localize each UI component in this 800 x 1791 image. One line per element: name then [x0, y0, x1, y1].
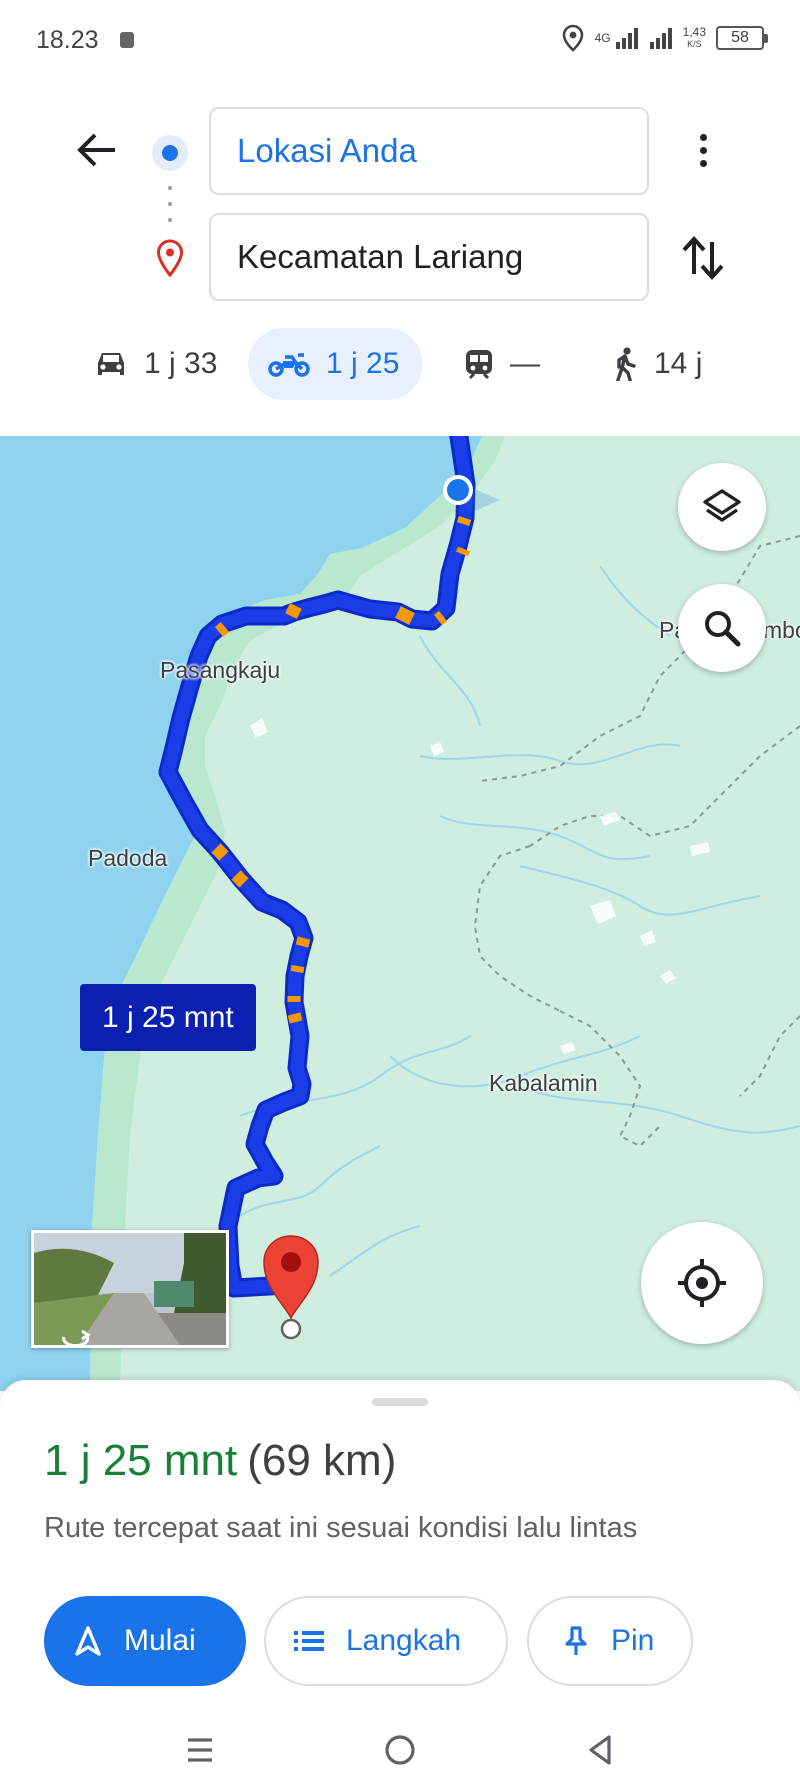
- place-label-kabalamin: Kabalamin: [489, 1070, 598, 1096]
- transit-duration: —: [510, 347, 540, 380]
- walk-duration: 14 j: [654, 347, 703, 380]
- steps-button[interactable]: Langkah: [264, 1596, 508, 1686]
- eta-distance: (69 km): [247, 1436, 397, 1485]
- place-label-padoda: Padoda: [88, 845, 168, 871]
- destination-field[interactable]: Kecamatan Lariang: [209, 213, 649, 301]
- destination-marker: [263, 1235, 319, 1340]
- start-label: Mulai: [124, 1624, 196, 1657]
- my-location-icon: [678, 1259, 726, 1307]
- recents-button[interactable]: [180, 1730, 220, 1770]
- tab-motorcycle[interactable]: 1 j 25: [248, 328, 424, 400]
- status-time: 18.23: [36, 26, 99, 54]
- route-line-inner: [161, 436, 473, 1295]
- data-speed: 1,43 K/S: [683, 26, 706, 50]
- place-label-partial-right: mbo: [763, 617, 800, 643]
- pin-icon: [565, 1626, 587, 1655]
- tab-walk[interactable]: 14 j: [612, 328, 702, 400]
- home-circle-icon: [385, 1735, 415, 1765]
- swap-directions-button[interactable]: [678, 232, 728, 284]
- motorcycle-icon: [268, 353, 310, 377]
- data-speed-unit: K/S: [687, 39, 702, 49]
- steps-label: Langkah: [346, 1624, 462, 1657]
- street-view-thumbnail[interactable]: [31, 1230, 229, 1348]
- location-status-icon: [562, 24, 583, 52]
- back-triangle-icon: [589, 1735, 611, 1765]
- system-navigation-bar: [0, 1706, 800, 1791]
- network-type: 4G: [594, 31, 611, 45]
- eta-time: 1 j 25 mnt: [44, 1436, 238, 1485]
- route-duration-label[interactable]: 1 j 25 mnt: [80, 984, 256, 1051]
- place-label-pasangkaju: Pasangkaju: [160, 657, 281, 683]
- back-button[interactable]: [70, 128, 122, 172]
- signal-icon: [615, 28, 638, 49]
- origin-marker-icon: [152, 135, 188, 171]
- car-icon: [98, 353, 124, 375]
- list-icon: [294, 1631, 324, 1651]
- tab-transit[interactable]: —: [464, 328, 540, 400]
- start-navigation-button[interactable]: Mulai: [44, 1596, 246, 1686]
- status-bar: 18.23 4G 1,43 K/S 58: [0, 0, 800, 80]
- destination-pin-icon: [156, 239, 184, 278]
- search-along-route-button[interactable]: [678, 584, 766, 672]
- back-nav-button[interactable]: [580, 1730, 620, 1770]
- arrow-back-icon: [77, 133, 115, 167]
- navigation-arrow-icon: [75, 1626, 101, 1656]
- map-view[interactable]: Pasangkaju Padoda Kabalamin Pa mbo 1 j 2…: [0, 436, 800, 1391]
- more-options-button[interactable]: [688, 128, 718, 172]
- tab-car[interactable]: 1 j 33: [94, 328, 217, 400]
- eta-summary: 1 j 25 mnt (69 km): [44, 1436, 396, 1486]
- route-connector: [168, 186, 172, 222]
- walk-icon: [616, 347, 636, 381]
- layers-button[interactable]: [678, 463, 766, 551]
- route-line: [158, 436, 476, 1298]
- car-duration: 1 j 33: [144, 347, 218, 380]
- notification-icon: [120, 32, 134, 48]
- home-button[interactable]: [380, 1730, 420, 1770]
- pin-button[interactable]: Pin: [527, 1596, 693, 1686]
- battery-indicator: 58: [716, 26, 768, 50]
- data-speed-value: 1,43: [682, 25, 706, 39]
- recenter-button[interactable]: [641, 1222, 763, 1344]
- menu-icon: [188, 1738, 212, 1762]
- street-view-image: [34, 1233, 226, 1345]
- signal-icon-2: [649, 28, 672, 49]
- sheet-drag-handle[interactable]: [372, 1398, 428, 1406]
- motorcycle-duration: 1 j 25: [326, 347, 400, 380]
- train-icon: [466, 350, 492, 380]
- layers-icon: [703, 489, 741, 522]
- search-icon: [705, 611, 741, 647]
- status-indicators: 4G 1,43 K/S 58: [561, 24, 768, 52]
- pin-label: Pin: [611, 1624, 655, 1657]
- route-note: Rute tercepat saat ini sesuai kondisi la…: [44, 1512, 638, 1544]
- origin-field[interactable]: Lokasi Anda: [209, 107, 649, 195]
